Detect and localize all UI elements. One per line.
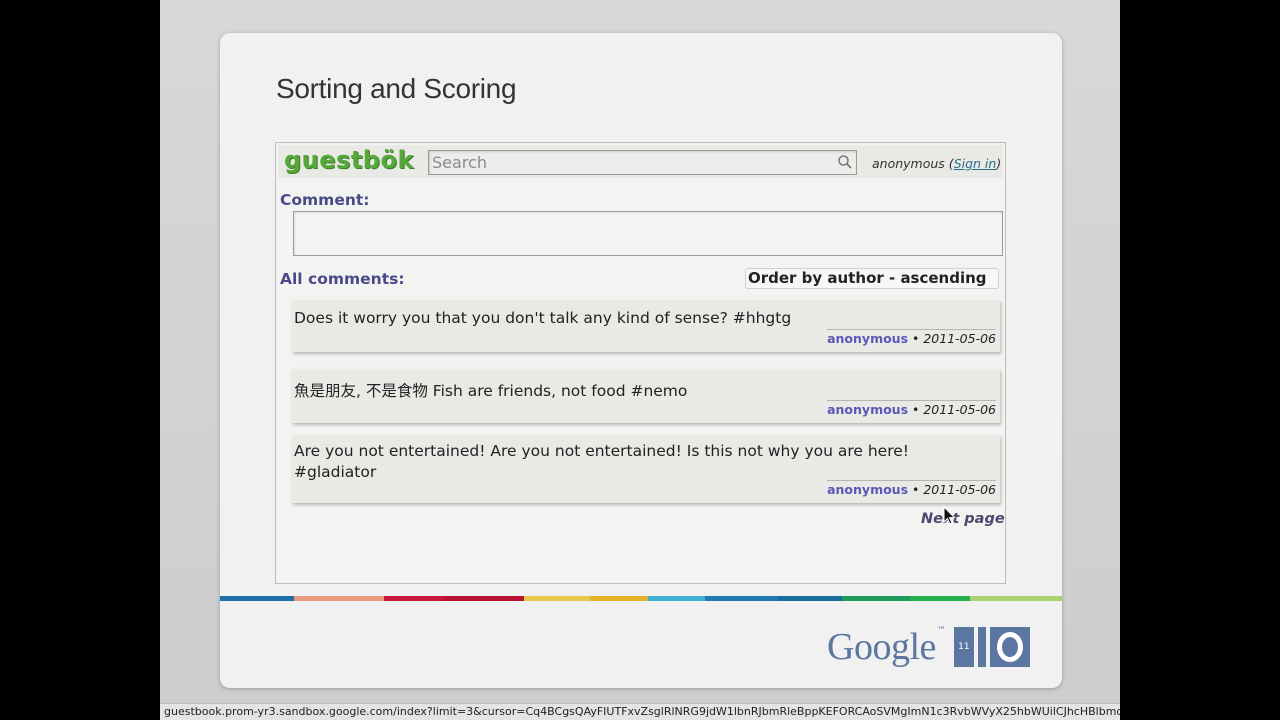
comment-author-link[interactable]: anonymous [827, 402, 908, 417]
comment-meta: anonymous • 2011-05-06 [827, 329, 996, 346]
color-bar-segment [842, 596, 910, 601]
comment-author-link[interactable]: anonymous [827, 482, 908, 497]
app-frame: guestbök anonymous (Sign in) Comment: Al… [275, 142, 1006, 584]
search-input[interactable] [429, 151, 829, 174]
close-paren: ) [996, 156, 1002, 171]
app-topbar: guestbök anonymous (Sign in) [278, 145, 1003, 178]
all-comments-label: All comments: [280, 270, 405, 288]
io-o-circle [989, 627, 1030, 667]
comment-label: Comment: [280, 191, 370, 209]
order-by-select[interactable]: Order by author - ascending [745, 268, 999, 289]
user-name: anonymous [872, 156, 945, 171]
comment-date: 2011-05-06 [923, 402, 996, 417]
comment-meta: anonymous • 2011-05-06 [827, 480, 996, 497]
color-bar-segment [705, 596, 778, 601]
color-bar-segment [294, 596, 384, 601]
color-bar-segment [970, 596, 1062, 601]
stage: Sorting and Scoring guestbök anonymous (… [160, 0, 1120, 720]
color-bar-segment [910, 596, 970, 601]
comment-author-link[interactable]: anonymous [827, 331, 908, 346]
comment-text: Are you not entertained! Are you not ent… [294, 442, 910, 481]
comment-meta: anonymous • 2011-05-06 [827, 400, 996, 417]
color-bar-segment [384, 596, 444, 601]
color-bar-segment [220, 596, 294, 601]
slide-title: Sorting and Scoring [276, 73, 517, 104]
status-bar-url: guestbook.prom-yr3.sandbox.google.com/in… [160, 703, 1120, 720]
next-page-link[interactable]: Next page [921, 511, 1005, 527]
io-year: 11 [953, 627, 974, 667]
meta-separator: • [908, 402, 924, 417]
color-bar-segment [648, 596, 705, 601]
search-box[interactable] [428, 150, 857, 175]
comment-date: 2011-05-06 [923, 482, 996, 497]
color-bar [220, 596, 1062, 601]
user-area: anonymous (Sign in) [872, 156, 1001, 171]
comment-textarea[interactable] [293, 211, 1003, 256]
comment-date: 2011-05-06 [923, 331, 996, 346]
comment-card: Are you not entertained! Are you not ent… [292, 435, 1000, 503]
comment-text: 魚是朋友, 不是食物 Fish are friends, not food #n… [294, 382, 688, 400]
mouse-cursor-icon [943, 506, 956, 525]
sign-in-link[interactable]: Sign in [954, 156, 997, 171]
color-bar-segment [444, 596, 524, 601]
color-bar-segment [524, 596, 590, 601]
google-wordmark: Google [827, 626, 936, 668]
meta-separator: • [908, 482, 924, 497]
meta-separator: • [908, 331, 924, 346]
comment-card: 魚是朋友, 不是食物 Fish are friends, not food #n… [292, 369, 1000, 423]
io-mark: 11 [953, 627, 1030, 667]
trademark-mark: ™ [936, 626, 946, 636]
comment-text: Does it worry you that you don't talk an… [294, 309, 792, 327]
slide: Sorting and Scoring guestbök anonymous (… [220, 33, 1062, 688]
google-io-logo: Google ™ 11 [827, 625, 1030, 669]
guestbook-logo[interactable]: guestbök [284, 146, 414, 174]
comment-card: Does it worry you that you don't talk an… [292, 300, 1000, 352]
search-icon[interactable] [837, 154, 853, 170]
color-bar-segment [590, 596, 648, 601]
color-bar-segment [778, 596, 842, 601]
io-i-bar [977, 627, 986, 667]
